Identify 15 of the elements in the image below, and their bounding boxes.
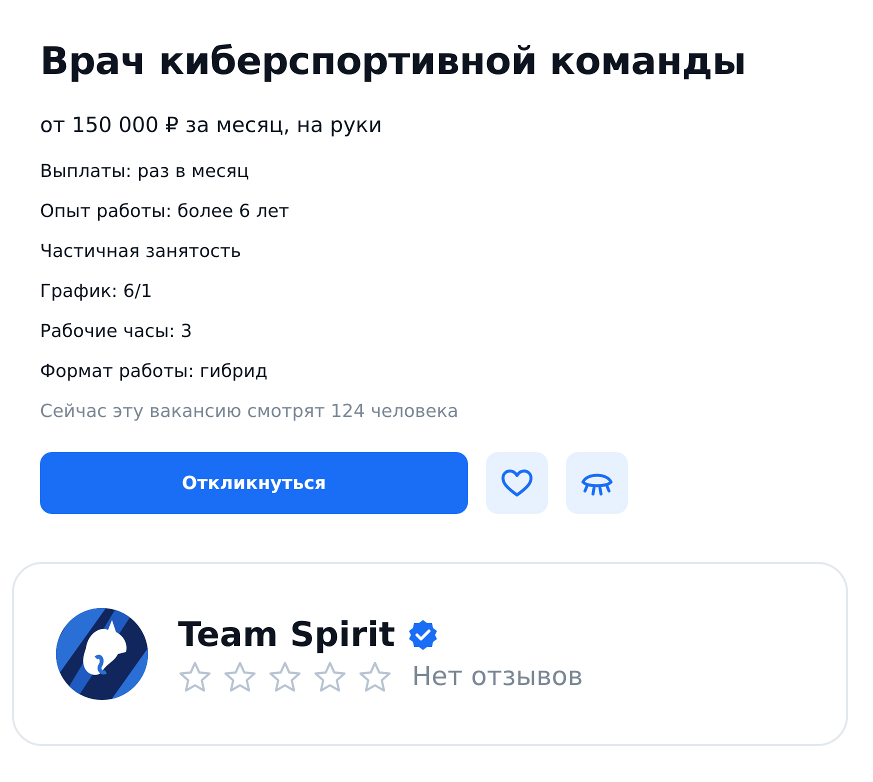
- company-name: Team Spirit: [178, 615, 396, 655]
- vacancy-title: Врач киберспортивной команды: [40, 38, 747, 85]
- detail-text: График: 6/1: [40, 280, 154, 304]
- heart-icon: [500, 468, 534, 498]
- viewers-text: Сейчас эту вакансию смотрят 124 человека: [40, 400, 460, 424]
- salary-text: от 150 000 ₽ за месяц, на руки: [40, 112, 383, 139]
- detail-text: Формат работы: гибрид: [40, 360, 269, 384]
- apply-button[interactable]: Откликнуться: [40, 452, 468, 514]
- detail-text: Выплаты: раз в месяц: [40, 160, 250, 184]
- hide-button[interactable]: [566, 452, 628, 514]
- detail-text: Рабочие часы: 3: [40, 320, 194, 344]
- favorite-button[interactable]: [486, 452, 548, 514]
- reviews-text: Нет отзывов: [412, 662, 583, 692]
- detail-text: Частичная занятость: [40, 240, 242, 264]
- detail-text: Опыт работы: более 6 лет: [40, 200, 290, 224]
